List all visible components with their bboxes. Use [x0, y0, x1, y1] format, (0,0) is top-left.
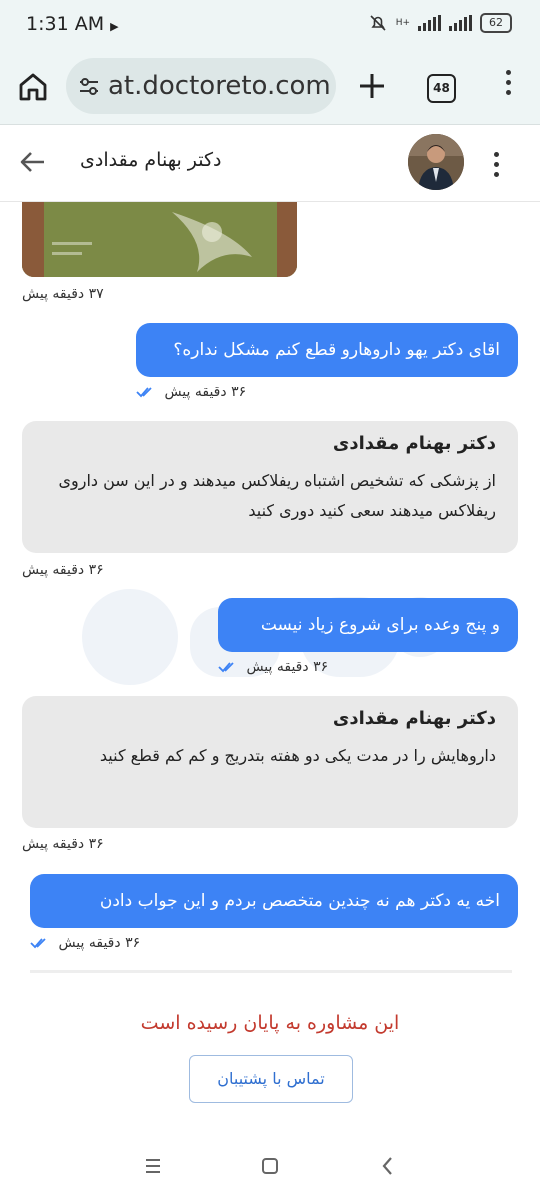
browser-toolbar: at.doctoreto.com 48: [0, 50, 540, 125]
consultation-ended-text: این مشاوره به پایان رسیده است: [140, 1012, 400, 1034]
contact-support-button[interactable]: تماس با پشتیبان: [189, 1055, 353, 1103]
status-indicators: H+ 62: [368, 13, 512, 33]
read-ticks-icon: [30, 938, 46, 949]
chat-messages: ۳۷ دقیقه پیش اقای دکتر یهو داروهارو قطع …: [0, 202, 540, 972]
message-text: داروهایش را در مدت یکی دو هفته بتدریج و …: [99, 746, 496, 765]
message-time: ۳۶ دقیقه پیش: [136, 384, 246, 400]
avatar-image: [408, 134, 464, 190]
read-ticks-icon: [136, 387, 152, 398]
battery-icon: 62: [480, 13, 512, 33]
mute-bell-icon: [370, 15, 386, 31]
tab-switcher-button[interactable]: 48: [427, 74, 456, 103]
site-settings-icon[interactable]: [78, 75, 100, 97]
chat-options-icon[interactable]: [490, 152, 502, 182]
divider: [30, 970, 512, 973]
image-message[interactable]: [22, 202, 297, 277]
home-nav-icon[interactable]: [258, 1154, 282, 1178]
status-time: 1:31 AM ▶: [26, 13, 119, 35]
message-time: ۳۷ دقیقه پیش: [22, 286, 104, 302]
url-text: at.doctoreto.com: [108, 71, 331, 101]
system-nav-bar: [0, 1132, 540, 1200]
message-text: و پنج وعده برای شروع زیاد نیست: [260, 615, 500, 635]
message-text: از پزشکی که تشخیص اشتباه ریفلاکس میدهند …: [58, 471, 496, 520]
message-text: اخه یه دکتر هم نه چندین متخصص بردم و این…: [99, 891, 500, 911]
read-ticks-icon: [218, 662, 234, 673]
outgoing-message: و پنج وعده برای شروع زیاد نیست: [218, 598, 518, 652]
back-nav-icon[interactable]: [376, 1154, 400, 1178]
incoming-message: دکتر بهنام مقدادی از پزشکی که تشخیص اشتب…: [22, 421, 518, 553]
media-play-icon: ▶: [110, 20, 119, 33]
shared-image: [22, 202, 297, 277]
message-text: اقای دکتر یهو داروهارو قطع کنم مشکل ندار…: [173, 340, 500, 360]
signal-icon-2: [449, 15, 472, 31]
status-bar: 1:31 AM ▶ H+ 62: [0, 0, 540, 50]
outgoing-message: اقای دکتر یهو داروهارو قطع کنم مشکل ندار…: [136, 323, 518, 377]
incoming-message: دکتر بهنام مقدادی داروهایش را در مدت یکی…: [22, 696, 518, 828]
address-bar[interactable]: at.doctoreto.com: [66, 58, 336, 114]
message-time: ۳۶ دقیقه پیش: [22, 562, 104, 578]
back-arrow-icon[interactable]: [18, 147, 48, 177]
new-tab-icon[interactable]: [356, 70, 388, 102]
signal-icon: [418, 15, 441, 31]
doctor-name: دکتر بهنام مقدادی: [80, 149, 222, 171]
chat-header: دکتر بهنام مقدادی: [0, 125, 540, 202]
message-time: ۳۶ دقیقه پیش: [218, 659, 328, 675]
message-time: ۳۶ دقیقه پیش: [30, 935, 140, 951]
recent-apps-icon[interactable]: [141, 1154, 165, 1178]
message-time: ۳۶ دقیقه پیش: [22, 836, 104, 852]
message-sender: دکتر بهنام مقدادی: [332, 708, 496, 729]
browser-menu-icon[interactable]: [498, 70, 518, 102]
outgoing-message: اخه یه دکتر هم نه چندین متخصص بردم و این…: [30, 874, 518, 928]
doctor-avatar[interactable]: [408, 134, 464, 190]
home-icon[interactable]: [16, 70, 50, 104]
network-type: H+: [395, 18, 410, 28]
message-sender: دکتر بهنام مقدادی: [332, 433, 496, 454]
